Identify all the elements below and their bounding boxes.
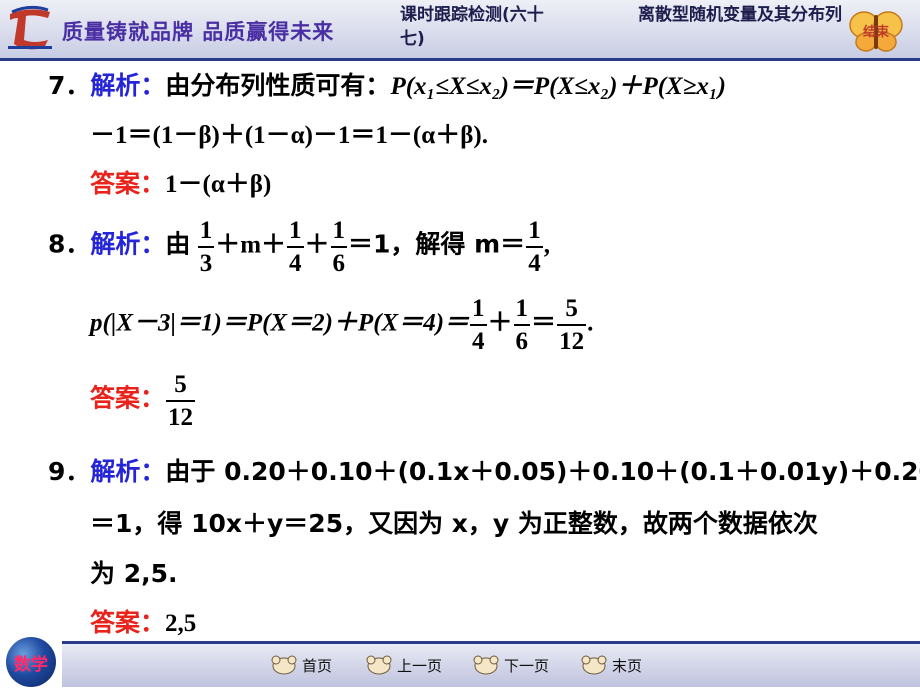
q7-answer: 1－(α＋β) (165, 171, 272, 198)
q8-frac-7: 5 12 (557, 295, 587, 355)
nav-next-label: 下一页 (504, 656, 550, 675)
q8-answer-label: 答案： (90, 383, 166, 413)
subject-badge: 数学 (14, 655, 48, 675)
q7-number: 7． (48, 71, 91, 100)
end-button-label: 结束 (862, 25, 889, 40)
footer-nav: 数学 首页 上一页 下一页 末页 (0, 633, 920, 690)
q7-line1: 7．解析：由分布列性质可有：P(x₁≤X≤x₂)＝P(X≤x₂)＋P(X≥x₁) (48, 66, 726, 102)
subject-globe-icon: 数学 (6, 637, 56, 687)
nav-prev-page[interactable]: 上一页 (365, 653, 442, 677)
header-divider (0, 58, 920, 61)
nav-first-label: 首页 (302, 656, 333, 675)
nav-last-label: 末页 (612, 656, 643, 675)
q8-text-b: ＋m＋ (215, 231, 287, 259)
q8-text-e: , (543, 231, 550, 259)
q8-answer-frac: 5 12 (166, 371, 196, 431)
q7-text-a: 由分布列性质可有： (165, 71, 391, 100)
q9-line1: 9．解析：由于 0.20＋0.10＋(0.1x＋0.05)＋0.10＋(0.1＋… (48, 452, 920, 488)
q9-line2: ＝1，得 10x＋y＝25，又因为 x，y 为正整数，故两个数据依次 (90, 509, 818, 538)
q8-line2-d: . (587, 309, 594, 337)
mouse-icon (581, 655, 607, 675)
mouse-icon (271, 655, 297, 675)
q9-text-1: 由于 0.20＋0.10＋(0.1x＋0.05)＋0.10＋(0.1＋0.01y… (165, 457, 920, 486)
q8-answer-line: 答案： 5 12 (90, 372, 196, 430)
q8-text-d: ＝1，解得 m＝ (348, 229, 526, 259)
q8-line2-b: ＋ (487, 309, 513, 337)
topic-title: 离散型随机变量及其分布列 (638, 5, 842, 25)
q9-label: 解析： (90, 457, 166, 486)
q8-line2-c: ＝ (531, 309, 557, 337)
nav-next-page[interactable]: 下一页 (472, 653, 549, 677)
mouse-icon (473, 655, 499, 675)
q8-frac-4: 14 (526, 217, 543, 277)
q7-label: 解析： (90, 71, 166, 100)
nav-first-page[interactable]: 首页 (270, 653, 332, 677)
end-button[interactable]: 结束 (848, 9, 904, 53)
q8-frac-3: 16 (330, 217, 348, 277)
q9-number: 9． (48, 457, 91, 486)
q8-frac-1: 13 (197, 217, 215, 277)
q8-frac-6: 16 (513, 295, 531, 355)
q8-line1: 8．解析：由 1 3 ＋m＋ 1 4 ＋ 1 6 ＝1，解得 m＝ 1 4, (48, 218, 550, 276)
slogan: 质量铸就品牌 品质赢得未来 (62, 20, 335, 44)
q7-line2: －1＝(1－β)＋(1－α)－1＝1－(α＋β). (90, 122, 488, 149)
nav-last-page[interactable]: 末页 (580, 653, 642, 677)
q8-line2: p(|X－3|＝1)＝P(X＝2)＋P(X＝4)＝ 1 4 ＋ 1 6 ＝ 5 12. (90, 296, 593, 354)
q8-frac-5: 14 (470, 295, 487, 355)
q8-text-a: 由 (165, 229, 191, 259)
q7-answer-line: 答案：1－(α＋β) (90, 164, 271, 200)
tiancheng-logo-icon (8, 5, 52, 50)
q8-frac-2: 14 (287, 217, 304, 277)
q9-line3: 为 2,5. (90, 559, 178, 588)
q8-number: 8． (48, 229, 91, 259)
lesson-title: 课时跟踪检测(六十七) (400, 5, 544, 49)
mouse-icon (366, 655, 392, 675)
nav-prev-label: 上一页 (397, 656, 443, 675)
q8-formula: p(|X－3|＝1)＝P(X＝2)＋P(X＝4)＝ (90, 309, 470, 337)
q7-formula-a: P(x₁≤X≤x₂)＝P(X≤x₂)＋P(X≥x₁) (390, 73, 726, 100)
header-bar: 质量铸就品牌 品质赢得未来 课时跟踪检测(六十七) 离散型随机变量及其分布列 结… (0, 0, 920, 58)
q8-text-c: ＋ (304, 231, 330, 259)
q8-label: 解析： (90, 229, 166, 259)
q7-answer-label: 答案： (90, 169, 166, 198)
